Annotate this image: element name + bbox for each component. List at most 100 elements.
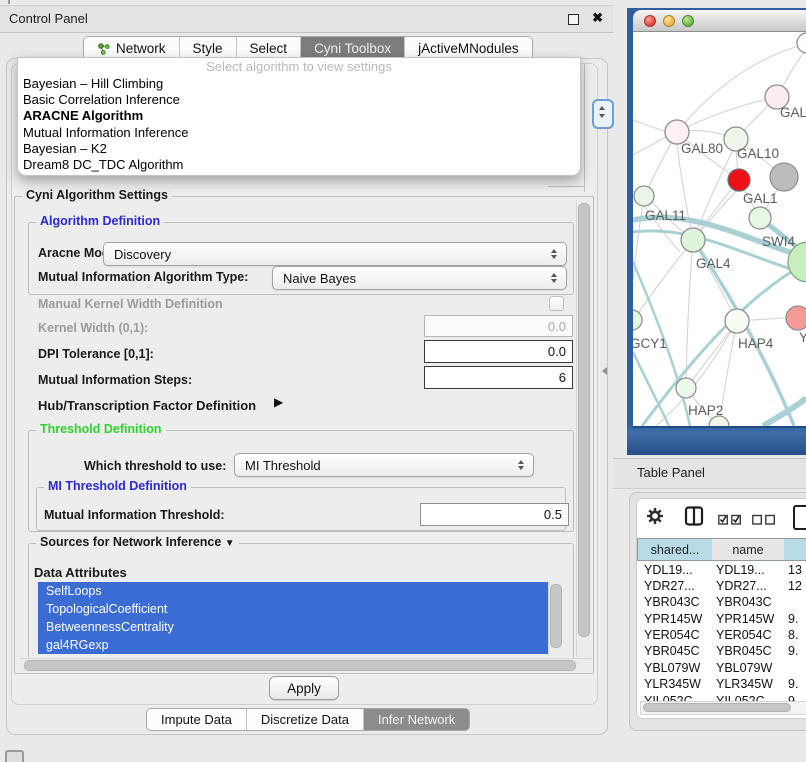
tab-impute-data[interactable]: Impute Data xyxy=(147,709,246,730)
apply-button-label: Apply xyxy=(287,681,321,696)
column-header-name[interactable]: name xyxy=(712,538,785,561)
cell: 8. xyxy=(788,628,798,642)
list-item[interactable]: TopologicalCoefficient xyxy=(38,600,548,618)
cell: YLR345W xyxy=(644,677,701,691)
manual-kernel-checkbox[interactable] xyxy=(549,296,564,311)
node-label: GAL xyxy=(780,105,806,120)
cell: 13 xyxy=(788,563,802,577)
tab-jactivemnodules-label: jActiveMNodules xyxy=(418,41,519,56)
which-threshold-combo[interactable]: MI Threshold xyxy=(234,453,534,477)
hub-section-label[interactable]: Hub/Transcription Factor Definition xyxy=(38,398,256,413)
node-gal11[interactable] xyxy=(634,186,654,206)
network-canvas[interactable]: GAL GAL80 GAL10 GAL1 GAL11 SWI4 GAL4 GCY… xyxy=(633,32,806,426)
kernel-width-field[interactable]: 0.0 xyxy=(424,315,573,337)
node-label: Y xyxy=(799,330,806,345)
zoom-window-icon[interactable] xyxy=(682,15,694,27)
node-gal1[interactable] xyxy=(749,207,771,229)
control-panel-titlebar: Control Panel ✖ xyxy=(0,5,613,33)
toolbar-icon-partial[interactable] xyxy=(793,505,806,530)
dpi-tolerance-label: DPI Tolerance [0,1]: xyxy=(38,347,154,361)
tab-discretize-data[interactable]: Discretize Data xyxy=(246,709,363,730)
node-label: GAL10 xyxy=(737,146,779,161)
list-item[interactable]: gal4RGexp xyxy=(38,636,548,654)
close-window-icon[interactable] xyxy=(644,15,656,27)
node-gray[interactable] xyxy=(770,163,798,191)
node-gal4[interactable] xyxy=(681,228,705,252)
menu-item[interactable]: Dream8 DC_TDC Algorithm xyxy=(18,157,580,173)
tab-impute-data-label: Impute Data xyxy=(161,712,232,727)
mi-type-value: Naive Bayes xyxy=(273,271,546,286)
attributes-list-scrollbar[interactable] xyxy=(548,582,562,656)
control-panel-title: Control Panel xyxy=(9,11,88,26)
divider-collapse-icon[interactable] xyxy=(602,367,607,375)
node-label: SWI4 xyxy=(762,234,795,249)
apply-button[interactable]: Apply xyxy=(269,676,339,700)
cell: YDL19... xyxy=(716,563,765,577)
hidden-combo-focus-fragment xyxy=(592,99,614,129)
float-panel-icon[interactable] xyxy=(568,14,579,25)
tab-infer-network[interactable]: Infer Network xyxy=(363,709,469,730)
algorithm-definition-title: Algorithm Definition xyxy=(36,214,164,228)
table-panel-titlebar: Table Panel xyxy=(613,458,806,489)
cell: YDR27... xyxy=(644,579,695,593)
cell: 12 xyxy=(788,579,802,593)
dock-panel-icon[interactable] xyxy=(5,750,24,762)
node-red[interactable] xyxy=(728,169,750,191)
node-partial-top[interactable] xyxy=(797,33,806,53)
tab-network-label: Network xyxy=(116,41,166,56)
cell: YPR145W xyxy=(716,612,774,626)
select-all-checks-icon[interactable] xyxy=(718,512,742,530)
menu-item[interactable]: Basic Correlation Inference xyxy=(18,92,580,108)
algorithm-dropdown-popup: Select algorithm to view settings Bayesi… xyxy=(17,57,581,176)
table-body: YDL19... YDL19... 13 YDR27... YDR27... 1… xyxy=(637,561,806,701)
tab-style-label: Style xyxy=(193,41,223,56)
menu-item[interactable]: Bayesian – Hill Climbing xyxy=(18,76,580,92)
cell: 9. xyxy=(788,677,798,691)
sources-title[interactable]: Sources for Network Inference ▼ xyxy=(36,535,239,549)
table-horizontal-scrollbar[interactable] xyxy=(640,701,806,715)
list-item[interactable]: BetweennessCentrality xyxy=(38,618,548,636)
mi-type-combo[interactable]: Naive Bayes xyxy=(272,266,567,290)
dpi-tolerance-field[interactable]: 0.0 xyxy=(424,340,573,363)
hidden-group-border-fragment xyxy=(584,64,585,192)
column-header-partial[interactable] xyxy=(784,538,806,561)
hidden-groupline-fragment xyxy=(548,186,584,187)
node-hap4[interactable] xyxy=(725,309,749,333)
cell: YIL052C xyxy=(716,694,765,701)
node-label: GAL11 xyxy=(645,208,686,223)
node-label: HAP4 xyxy=(738,336,774,351)
column-header-shared[interactable]: shared... xyxy=(637,538,713,561)
menu-item[interactable]: Bayesian – K2 xyxy=(18,141,580,157)
data-attributes-label: Data Attributes xyxy=(34,565,127,580)
menu-item-aracne[interactable]: ARACNE Algorithm xyxy=(18,108,580,124)
node-hap2[interactable] xyxy=(676,378,696,398)
settings-horizontal-scrollbar[interactable] xyxy=(20,658,592,672)
split-columns-icon[interactable] xyxy=(684,506,704,531)
mi-steps-value: 6 xyxy=(559,370,566,385)
hub-collapsed-arrow-icon[interactable]: ▶ xyxy=(274,395,283,409)
app-root: Control Panel ✖ Network Style Select Cyn… xyxy=(0,0,806,762)
mi-threshold-definition-title: MI Threshold Definition xyxy=(44,479,191,493)
combo-spinner-icon xyxy=(546,249,566,259)
node-salmon[interactable] xyxy=(786,306,806,330)
cell: YBL079W xyxy=(644,661,700,675)
cell: YBR043C xyxy=(716,595,772,609)
deselect-all-icon[interactable] xyxy=(752,512,776,530)
menu-item[interactable]: Mutual Information Inference xyxy=(18,125,580,141)
settings-vertical-scrollbar[interactable] xyxy=(576,200,590,657)
algorithm-dropdown-placeholder: Select algorithm to view settings xyxy=(18,59,580,76)
node-label: GAL4 xyxy=(696,256,731,271)
mi-steps-field[interactable]: 6 xyxy=(424,366,573,389)
cell: YBL079W xyxy=(716,661,772,675)
minimize-window-icon[interactable] xyxy=(663,15,675,27)
sources-expanded-arrow-icon[interactable]: ▼ xyxy=(225,538,235,549)
list-item[interactable]: SelfLoops xyxy=(38,582,548,600)
cell: YDR27... xyxy=(716,579,767,593)
node-gcy1[interactable] xyxy=(633,310,642,330)
mi-threshold-field[interactable]: 0.5 xyxy=(420,503,569,526)
aracne-mode-combo[interactable]: Discovery xyxy=(103,242,567,266)
gear-icon[interactable] xyxy=(646,507,664,530)
manual-kernel-label: Manual Kernel Width Definition xyxy=(38,297,223,311)
close-panel-icon[interactable]: ✖ xyxy=(592,10,603,26)
network-window-titlebar[interactable] xyxy=(633,10,806,32)
